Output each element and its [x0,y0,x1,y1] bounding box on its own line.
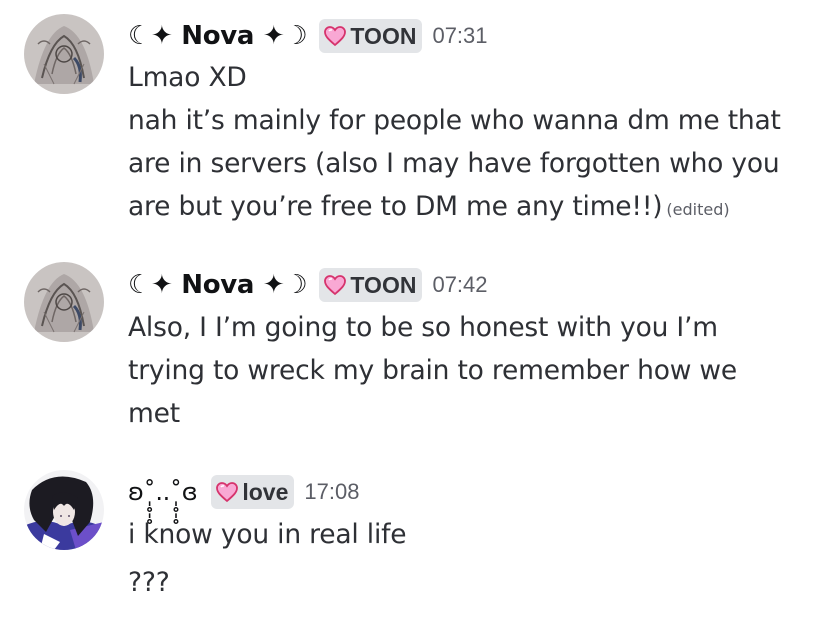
message-header: ☾✦ Nova ✦☽ TOON 07:31 [128,16,488,56]
message-header: ʚ˚̩̥̩̥..˚̩̥̩̥ɞ love 17:08 [128,472,359,512]
role-tag-label: love [242,478,289,505]
role-tag[interactable]: TOON [319,19,423,53]
username[interactable]: ʚ˚̩̥̩̥..˚̩̥̩̥ɞ [128,478,198,506]
message-line: Also, I I’m going to be so honest with y… [128,312,718,343]
message-line: ??? [128,567,170,598]
role-tag-label: TOON [350,271,417,298]
role-tag-label: TOON [350,22,417,49]
username[interactable]: ☾✦ Nova ✦☽ [128,21,308,51]
heart-icon [324,26,347,47]
dark-haired-character-avatar-icon[interactable] [24,470,104,550]
message-line: i know you in real life [128,519,407,550]
gothic-illustration-avatar-icon[interactable] [24,262,104,342]
timestamp[interactable]: 07:42 [432,272,487,298]
heart-icon [324,275,347,296]
message-line: nah it’s mainly for people who wanna dm … [128,105,781,136]
message-line: met [128,398,180,429]
username[interactable]: ☾✦ Nova ✦☽ [128,270,308,300]
message-line: are in servers (also I may have forgotte… [128,148,780,179]
heart-icon [216,482,239,503]
gothic-illustration-avatar-icon[interactable] [24,14,104,94]
message-line: Lmao XD [128,62,247,93]
message-line-with-edited: are but you’re free to DM me any time!!)… [128,186,730,228]
message-line: trying to wreck my brain to remember how… [128,355,737,386]
edited-label: (edited) [666,200,730,219]
message-header: ☾✦ Nova ✦☽ TOON 07:42 [128,265,488,305]
message-text: are but you’re free to DM me any time!!) [128,191,663,222]
role-tag[interactable]: TOON [319,268,423,302]
role-tag[interactable]: love [211,475,295,509]
timestamp[interactable]: 17:08 [304,479,359,505]
timestamp[interactable]: 07:31 [432,23,487,49]
chat-message-list: ☾✦ Nova ✦☽ TOON 07:31 Lmao XD nah it’s m… [0,0,828,642]
